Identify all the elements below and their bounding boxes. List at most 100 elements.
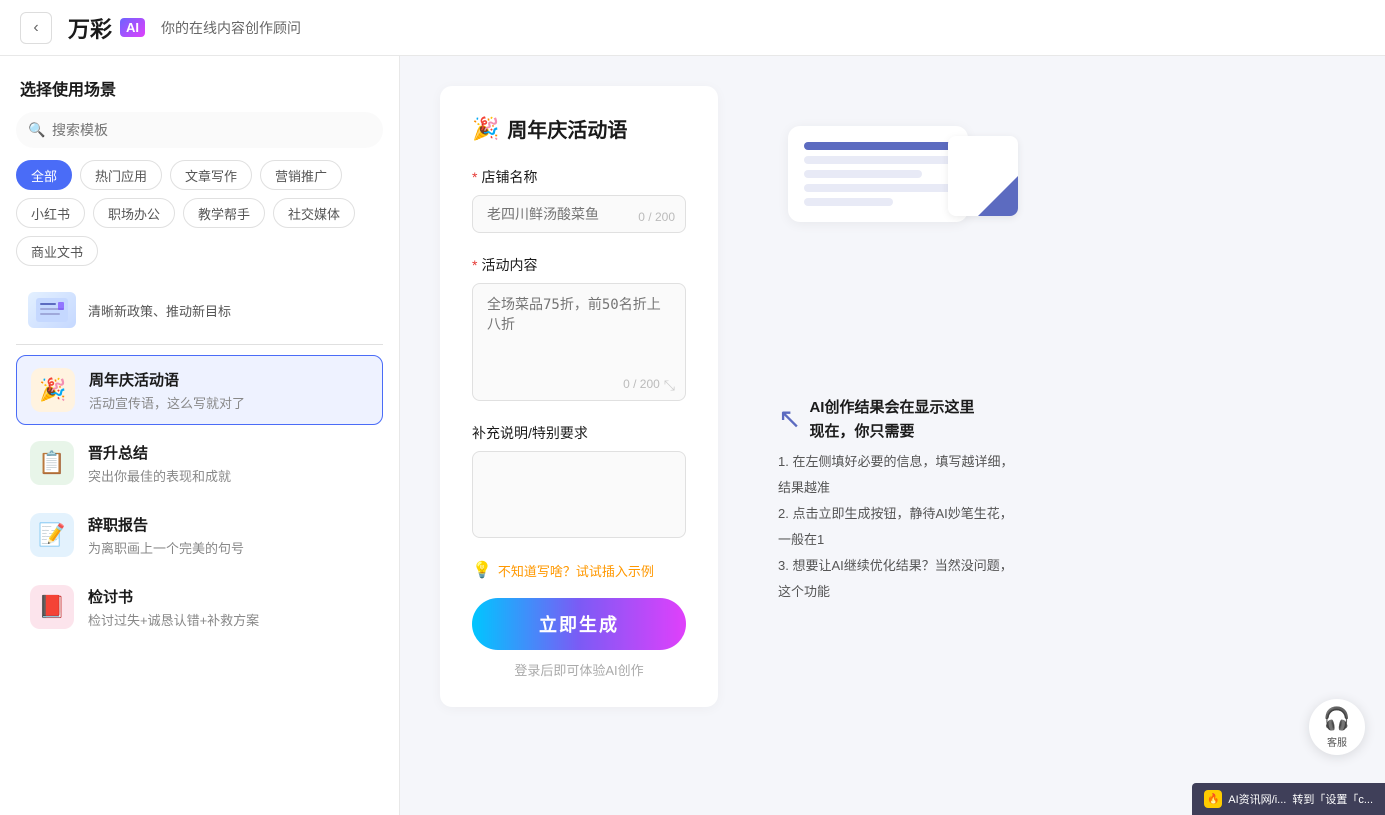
featured-img	[28, 292, 76, 328]
resize-icon: ⤡	[664, 377, 675, 394]
required-star-store: *	[472, 169, 477, 185]
field-activity: * 活动内容 0 / 200 ⤡	[472, 255, 686, 401]
ai-hint-step-1: 1. 在左侧填好必要的信息，填写越详细，结果越准	[778, 449, 1018, 501]
search-icon: 🔍	[28, 122, 45, 139]
filter-tag-xiaohongshu[interactable]: 小红书	[16, 198, 85, 228]
field-activity-wrap: 0 / 200 ⤡	[472, 283, 686, 401]
back-icon: ‹	[33, 19, 38, 37]
sidebar-title: 选择使用场景	[0, 56, 399, 112]
bottom-bar-suffix: 转到「设置「c...	[1292, 791, 1373, 807]
template-icon-resignation: 📝	[30, 513, 74, 557]
hint-icon: 💡	[472, 560, 492, 580]
hint-text: 不知道写啥？试试插入示例	[498, 561, 654, 580]
template-info-review: 检讨书 检讨过失+诚恳认错+补救方案	[88, 586, 369, 629]
header-subtitle: 你的在线内容创作顾问	[161, 18, 301, 38]
filter-tag-marketing[interactable]: 营销推广	[260, 160, 342, 190]
template-name-anniversary: 周年庆活动语	[89, 369, 368, 390]
field-activity-label: * 活动内容	[472, 255, 686, 275]
bottom-bar: 🔥 AI资讯网/i... 转到「设置「c...	[1192, 783, 1385, 815]
filter-tag-article[interactable]: 文章写作	[170, 160, 252, 190]
filter-area: 全部 热门应用 文章写作 营销推广 小红书 职场办公 教学帮手 社交媒体 商业文…	[0, 160, 399, 274]
ai-hint-title-line2: 现在，你只需要	[809, 420, 974, 441]
form-title: 🎉 周年庆活动语	[472, 114, 686, 143]
logo-ai-badge: AI	[120, 18, 145, 37]
ai-hint-title: AI创作结果会在显示这里 现在，你只需要	[809, 396, 974, 441]
main-layout: 选择使用场景 🔍 全部 热门应用 文章写作 营销推广 小红书 职场办公 教学帮手…	[0, 56, 1385, 815]
illus-corner	[978, 176, 1018, 216]
template-desc-promotion: 突出你最佳的表现和成就	[88, 466, 369, 485]
ai-hint-header: ↖ AI创作结果会在显示这里 现在，你只需要	[778, 396, 1018, 441]
field-store-wrap: 0 / 200	[472, 195, 686, 233]
field-store: * 店铺名称 0 / 200	[472, 167, 686, 233]
featured-text: 清晰新政策、推动新目标	[88, 301, 231, 320]
template-info-promotion: 晋升总结 突出你最佳的表现和成就	[88, 442, 369, 485]
illus-line	[804, 156, 952, 164]
ai-hint-step-3: 3. 想要让AI继续优化结果？当然没问题，这个功能	[778, 553, 1018, 605]
ai-hint-step-2: 2. 点击立即生成按钮，静待AI妙笔生花，一般在1	[778, 501, 1018, 553]
field-extra-wrap	[472, 451, 686, 538]
template-item-resignation[interactable]: 📝 辞职报告 为离职画上一个完美的句号	[16, 501, 383, 569]
ai-hint-arrow-icon: ↖	[778, 402, 801, 435]
cs-label: 客服	[1327, 734, 1347, 749]
template-item-promotion[interactable]: 📋 晋升总结 突出你最佳的表现和成就	[16, 429, 383, 497]
template-name-review: 检讨书	[88, 586, 369, 607]
logo-area: 万彩 AI	[68, 12, 145, 44]
sidebar: 选择使用场景 🔍 全部 热门应用 文章写作 营销推广 小红书 职场办公 教学帮手…	[0, 56, 400, 815]
login-hint: 登录后即可体验AI创作	[472, 660, 686, 679]
field-store-label: * 店铺名称	[472, 167, 686, 187]
template-name-resignation: 辞职报告	[88, 514, 369, 535]
bottom-bar-icon: 🔥	[1204, 790, 1222, 808]
template-desc-resignation: 为离职画上一个完美的句号	[88, 538, 369, 557]
template-item-review[interactable]: 📕 检讨书 检讨过失+诚恳认错+补救方案	[16, 573, 383, 641]
store-counter: 0 / 200	[638, 210, 675, 224]
bottom-bar-text: AI资讯网/i...	[1228, 791, 1286, 807]
ai-hint-title-line1: AI创作结果会在显示这里	[809, 396, 974, 420]
illus-lines-1	[804, 142, 952, 206]
logo-text: 万彩	[68, 12, 112, 44]
filter-tag-social[interactable]: 社交媒体	[273, 198, 355, 228]
filter-tag-hot[interactable]: 热门应用	[80, 160, 162, 190]
generate-label: 立即生成	[539, 615, 619, 635]
template-list: 清晰新政策、推动新目标 🎉 周年庆活动语 活动宣传语，这么写就对了 📋 晋升总结…	[0, 274, 399, 815]
activity-textarea[interactable]	[473, 284, 685, 368]
template-desc-review: 检讨过失+诚恳认错+补救方案	[88, 610, 369, 629]
illus-line	[804, 184, 952, 192]
template-featured-item[interactable]: 清晰新政策、推动新目标	[16, 282, 383, 338]
search-input[interactable]	[16, 112, 383, 148]
customer-service-button[interactable]: 🎧 客服	[1309, 699, 1365, 755]
hint-row[interactable]: 💡 不知道写啥？试试插入示例	[472, 560, 686, 580]
filter-tag-business[interactable]: 商业文书	[16, 236, 98, 266]
header: ‹ 万彩 AI 你的在线内容创作顾问	[0, 0, 1385, 56]
back-button[interactable]: ‹	[20, 12, 52, 44]
illus-card-1	[788, 126, 968, 222]
required-star-activity: *	[472, 257, 477, 273]
form-title-icon: 🎉	[472, 116, 499, 142]
ai-hint-box: ↖ AI创作结果会在显示这里 现在，你只需要 1. 在左侧填好必要的信息，填写越…	[768, 396, 1028, 605]
illustration-area: ↖ AI创作结果会在显示这里 现在，你只需要 1. 在左侧填好必要的信息，填写越…	[748, 86, 1048, 635]
template-name-promotion: 晋升总结	[88, 442, 369, 463]
ai-hint-steps: 1. 在左侧填好必要的信息，填写越详细，结果越准 2. 点击立即生成按钮，静待A…	[778, 449, 1018, 605]
divider	[16, 344, 383, 345]
template-info-anniversary: 周年庆活动语 活动宣传语，这么写就对了	[89, 369, 368, 412]
form-card: 🎉 周年庆活动语 * 店铺名称 0 / 200	[440, 86, 718, 707]
illus-line	[804, 142, 952, 150]
generate-button[interactable]: 立即生成	[472, 598, 686, 650]
template-desc-anniversary: 活动宣传语，这么写就对了	[89, 393, 368, 412]
template-icon-review: 📕	[30, 585, 74, 629]
search-box: 🔍	[16, 112, 383, 148]
template-item-anniversary[interactable]: 🎉 周年庆活动语 活动宣传语，这么写就对了	[16, 355, 383, 425]
content-area: 🎉 周年庆活动语 * 店铺名称 0 / 200	[400, 56, 1385, 815]
filter-tag-office[interactable]: 职场办公	[93, 198, 175, 228]
template-icon-promotion: 📋	[30, 441, 74, 485]
form-title-text: 周年庆活动语	[507, 114, 627, 143]
template-info-resignation: 辞职报告 为离职画上一个完美的句号	[88, 514, 369, 557]
illus-line	[804, 170, 922, 178]
activity-counter-area: 0 / 200 ⤡	[473, 373, 685, 400]
filter-tag-all[interactable]: 全部	[16, 160, 72, 190]
cs-icon: 🎧	[1323, 706, 1350, 732]
activity-counter: 0 / 200	[623, 377, 660, 394]
template-icon-anniversary: 🎉	[31, 368, 75, 412]
filter-tag-teaching[interactable]: 教学帮手	[183, 198, 265, 228]
extra-textarea[interactable]	[473, 452, 685, 532]
field-extra: 补充说明/特别要求	[472, 423, 686, 538]
